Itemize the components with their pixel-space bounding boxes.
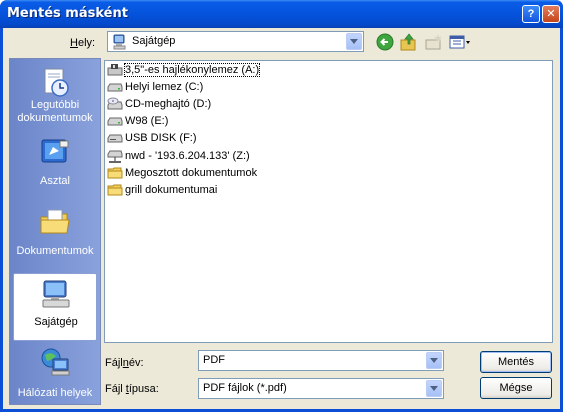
list-item-label: CD-meghajtó (D:) xyxy=(125,98,212,110)
filetype-label-pre: Fájl xyxy=(105,383,126,395)
place-recent-documents[interactable]: Legutóbbi dokumentumok xyxy=(13,63,97,131)
chevron-down-icon xyxy=(430,358,438,363)
place-label: Legutóbbi dokumentumok xyxy=(17,99,93,124)
filename-label-post: év: xyxy=(128,357,144,369)
list-item-label: Megosztott dokumentumok xyxy=(125,167,258,179)
cd-drive-icon xyxy=(107,97,123,110)
dialog-body: Hely: Sajátgép Legutóbbi dokumentumok As… xyxy=(3,28,560,409)
place-my-computer[interactable]: Sajátgép xyxy=(13,273,97,341)
filetype-dropdown-button[interactable] xyxy=(426,380,442,397)
list-item-label: W98 (E:) xyxy=(125,115,169,127)
location-label: Hely: xyxy=(70,37,95,49)
folder-icon xyxy=(107,167,123,179)
location-combobox[interactable]: Sajátgép xyxy=(107,31,364,52)
network-places-icon xyxy=(41,348,70,376)
filetype-value: PDF fájlok (*.pdf) xyxy=(203,382,287,394)
desktop-icon xyxy=(41,139,69,163)
up-folder-icon[interactable] xyxy=(399,32,419,52)
location-value: Sajátgép xyxy=(132,35,176,47)
filename-label: Fájlnév: xyxy=(105,357,144,369)
filetype-label-post: ípusa: xyxy=(128,383,159,395)
views-menu-icon[interactable] xyxy=(448,32,472,52)
save-as-dialog: Mentés másként ? ✕ Hely: Sajátgép Legutó… xyxy=(0,0,563,412)
title-bar[interactable]: Mentés másként ? ✕ xyxy=(0,0,563,28)
list-item-label: Helyi lemez (C:) xyxy=(125,81,204,93)
place-label: Hálózati helyek xyxy=(17,387,93,399)
location-label-accel: H xyxy=(70,37,78,49)
location-dropdown-button[interactable] xyxy=(346,33,362,50)
hard-drive-icon xyxy=(107,117,123,126)
chevron-down-icon xyxy=(350,39,358,44)
location-label-rest: ely: xyxy=(77,37,96,49)
save-button[interactable]: Mentés xyxy=(480,351,552,373)
file-list[interactable]: 3,5"-es hajlékonylemez (A:) Helyi lemez … xyxy=(104,60,553,343)
list-item-label: USB DISK (F:) xyxy=(125,132,197,144)
hard-drive-icon xyxy=(107,83,123,92)
back-arrow-icon[interactable] xyxy=(375,32,395,52)
floppy-drive-icon xyxy=(107,64,123,76)
my-documents-icon xyxy=(40,209,70,234)
filename-input[interactable]: PDF xyxy=(203,354,225,366)
filename-combobox[interactable]: PDF xyxy=(198,350,444,371)
list-item-label: grill dokumentumai xyxy=(125,184,218,196)
network-drive-icon xyxy=(107,150,123,163)
places-bar: Legutóbbi dokumentumok Asztal Dokumentum… xyxy=(9,58,101,405)
place-label: Asztal xyxy=(40,175,70,187)
list-item-label: nwd - '193.6.204.133' (Z:) xyxy=(125,150,250,162)
list-item-label: 3,5"-es hajlékonylemez (A:) xyxy=(123,63,261,77)
new-folder-icon[interactable] xyxy=(423,32,443,52)
my-computer-icon xyxy=(42,280,70,308)
chevron-down-icon xyxy=(430,386,438,391)
help-button[interactable]: ? xyxy=(522,5,540,23)
folder-icon xyxy=(107,184,123,196)
computer-icon xyxy=(113,34,126,50)
place-network[interactable]: Hálózati helyek xyxy=(13,343,97,411)
close-button[interactable]: ✕ xyxy=(542,5,560,23)
place-desktop[interactable]: Asztal xyxy=(13,133,97,201)
filetype-combobox[interactable]: PDF fájlok (*.pdf) xyxy=(198,378,444,399)
window-title: Mentés másként xyxy=(7,6,128,21)
cancel-button[interactable]: Mégse xyxy=(480,377,552,399)
filename-label-pre: Fájl xyxy=(105,357,123,369)
place-label: Sajátgép xyxy=(34,316,78,328)
removable-drive-icon xyxy=(107,134,123,143)
filetype-label: Fájl típusa: xyxy=(105,383,159,395)
place-my-documents[interactable]: Dokumentumok xyxy=(13,203,97,271)
filename-dropdown-button[interactable] xyxy=(426,352,442,369)
place-label: Dokumentumok xyxy=(16,245,94,257)
recent-documents-icon xyxy=(44,68,69,97)
